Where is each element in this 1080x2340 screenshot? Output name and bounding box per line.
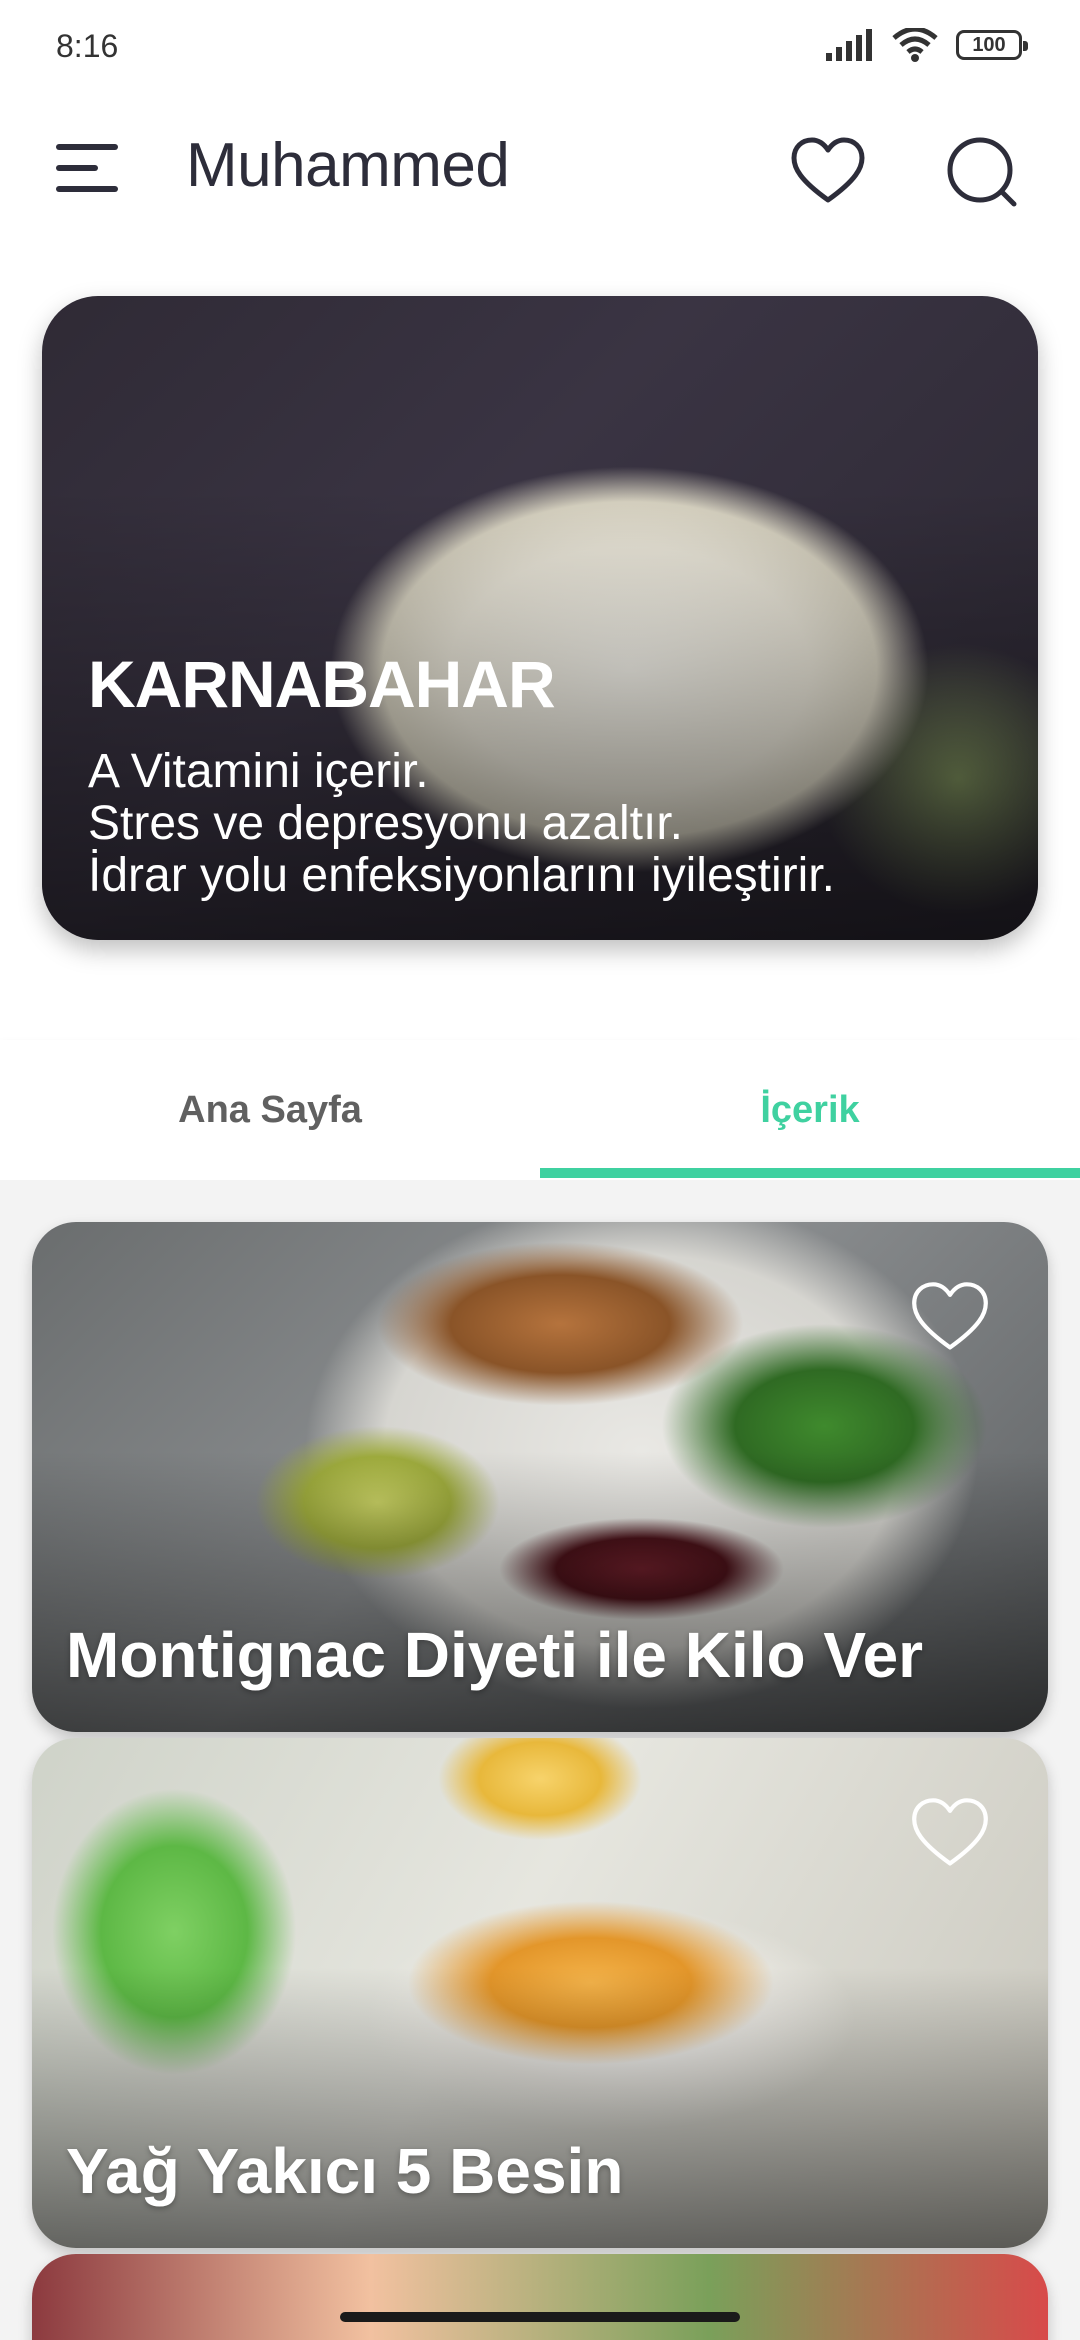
tab-home[interactable]: Ana Sayfa bbox=[0, 1040, 540, 1180]
content-card-partial[interactable] bbox=[32, 2254, 1048, 2340]
status-bar: 8:16 100 bbox=[0, 0, 1080, 96]
card-favorite-button[interactable] bbox=[910, 1278, 990, 1358]
app-bar: Muhammed bbox=[0, 110, 1080, 230]
favorites-button[interactable] bbox=[790, 134, 866, 210]
page-title: Muhammed bbox=[186, 131, 510, 200]
hero-title: KARNABAHAR bbox=[88, 647, 556, 721]
search-button[interactable] bbox=[944, 134, 1020, 210]
hero-line: İdrar yolu enfeksiyonlarını iyileştirir. bbox=[88, 849, 835, 902]
tab-indicator bbox=[540, 1168, 1080, 1178]
status-icons: 100 bbox=[824, 28, 1028, 62]
hero-card[interactable]: KARNABAHAR A Vitamini içerir. Stres ve d… bbox=[42, 296, 1038, 940]
content-feed[interactable]: Montignac Diyeti ile Kilo Ver Yağ Yakıcı… bbox=[0, 1180, 1080, 2340]
content-card[interactable]: Yağ Yakıcı 5 Besin bbox=[32, 1738, 1048, 2248]
menu-icon bbox=[56, 144, 118, 192]
home-indicator[interactable] bbox=[340, 2312, 740, 2322]
tab-bar: Ana Sayfa İçerik bbox=[0, 1040, 1080, 1180]
menu-button[interactable] bbox=[56, 142, 118, 194]
card-title: Montignac Diyeti ile Kilo Ver bbox=[66, 1619, 924, 1691]
content-card[interactable]: Montignac Diyeti ile Kilo Ver bbox=[32, 1222, 1048, 1732]
heart-icon bbox=[791, 137, 865, 203]
heart-icon bbox=[912, 1282, 988, 1350]
battery-icon: 100 bbox=[956, 30, 1028, 60]
card-favorite-button[interactable] bbox=[910, 1794, 990, 1874]
signal-icon bbox=[826, 29, 872, 61]
status-time: 8:16 bbox=[56, 28, 119, 64]
hero-line: Stres ve depresyonu azaltır. bbox=[88, 797, 683, 850]
wifi-icon bbox=[892, 28, 938, 62]
card-title: Yağ Yakıcı 5 Besin bbox=[66, 2135, 624, 2207]
heart-icon bbox=[912, 1798, 988, 1866]
tab-content[interactable]: İçerik bbox=[540, 1040, 1080, 1180]
search-icon bbox=[947, 137, 1017, 207]
hero-line: A Vitamini içerir. bbox=[88, 745, 429, 798]
